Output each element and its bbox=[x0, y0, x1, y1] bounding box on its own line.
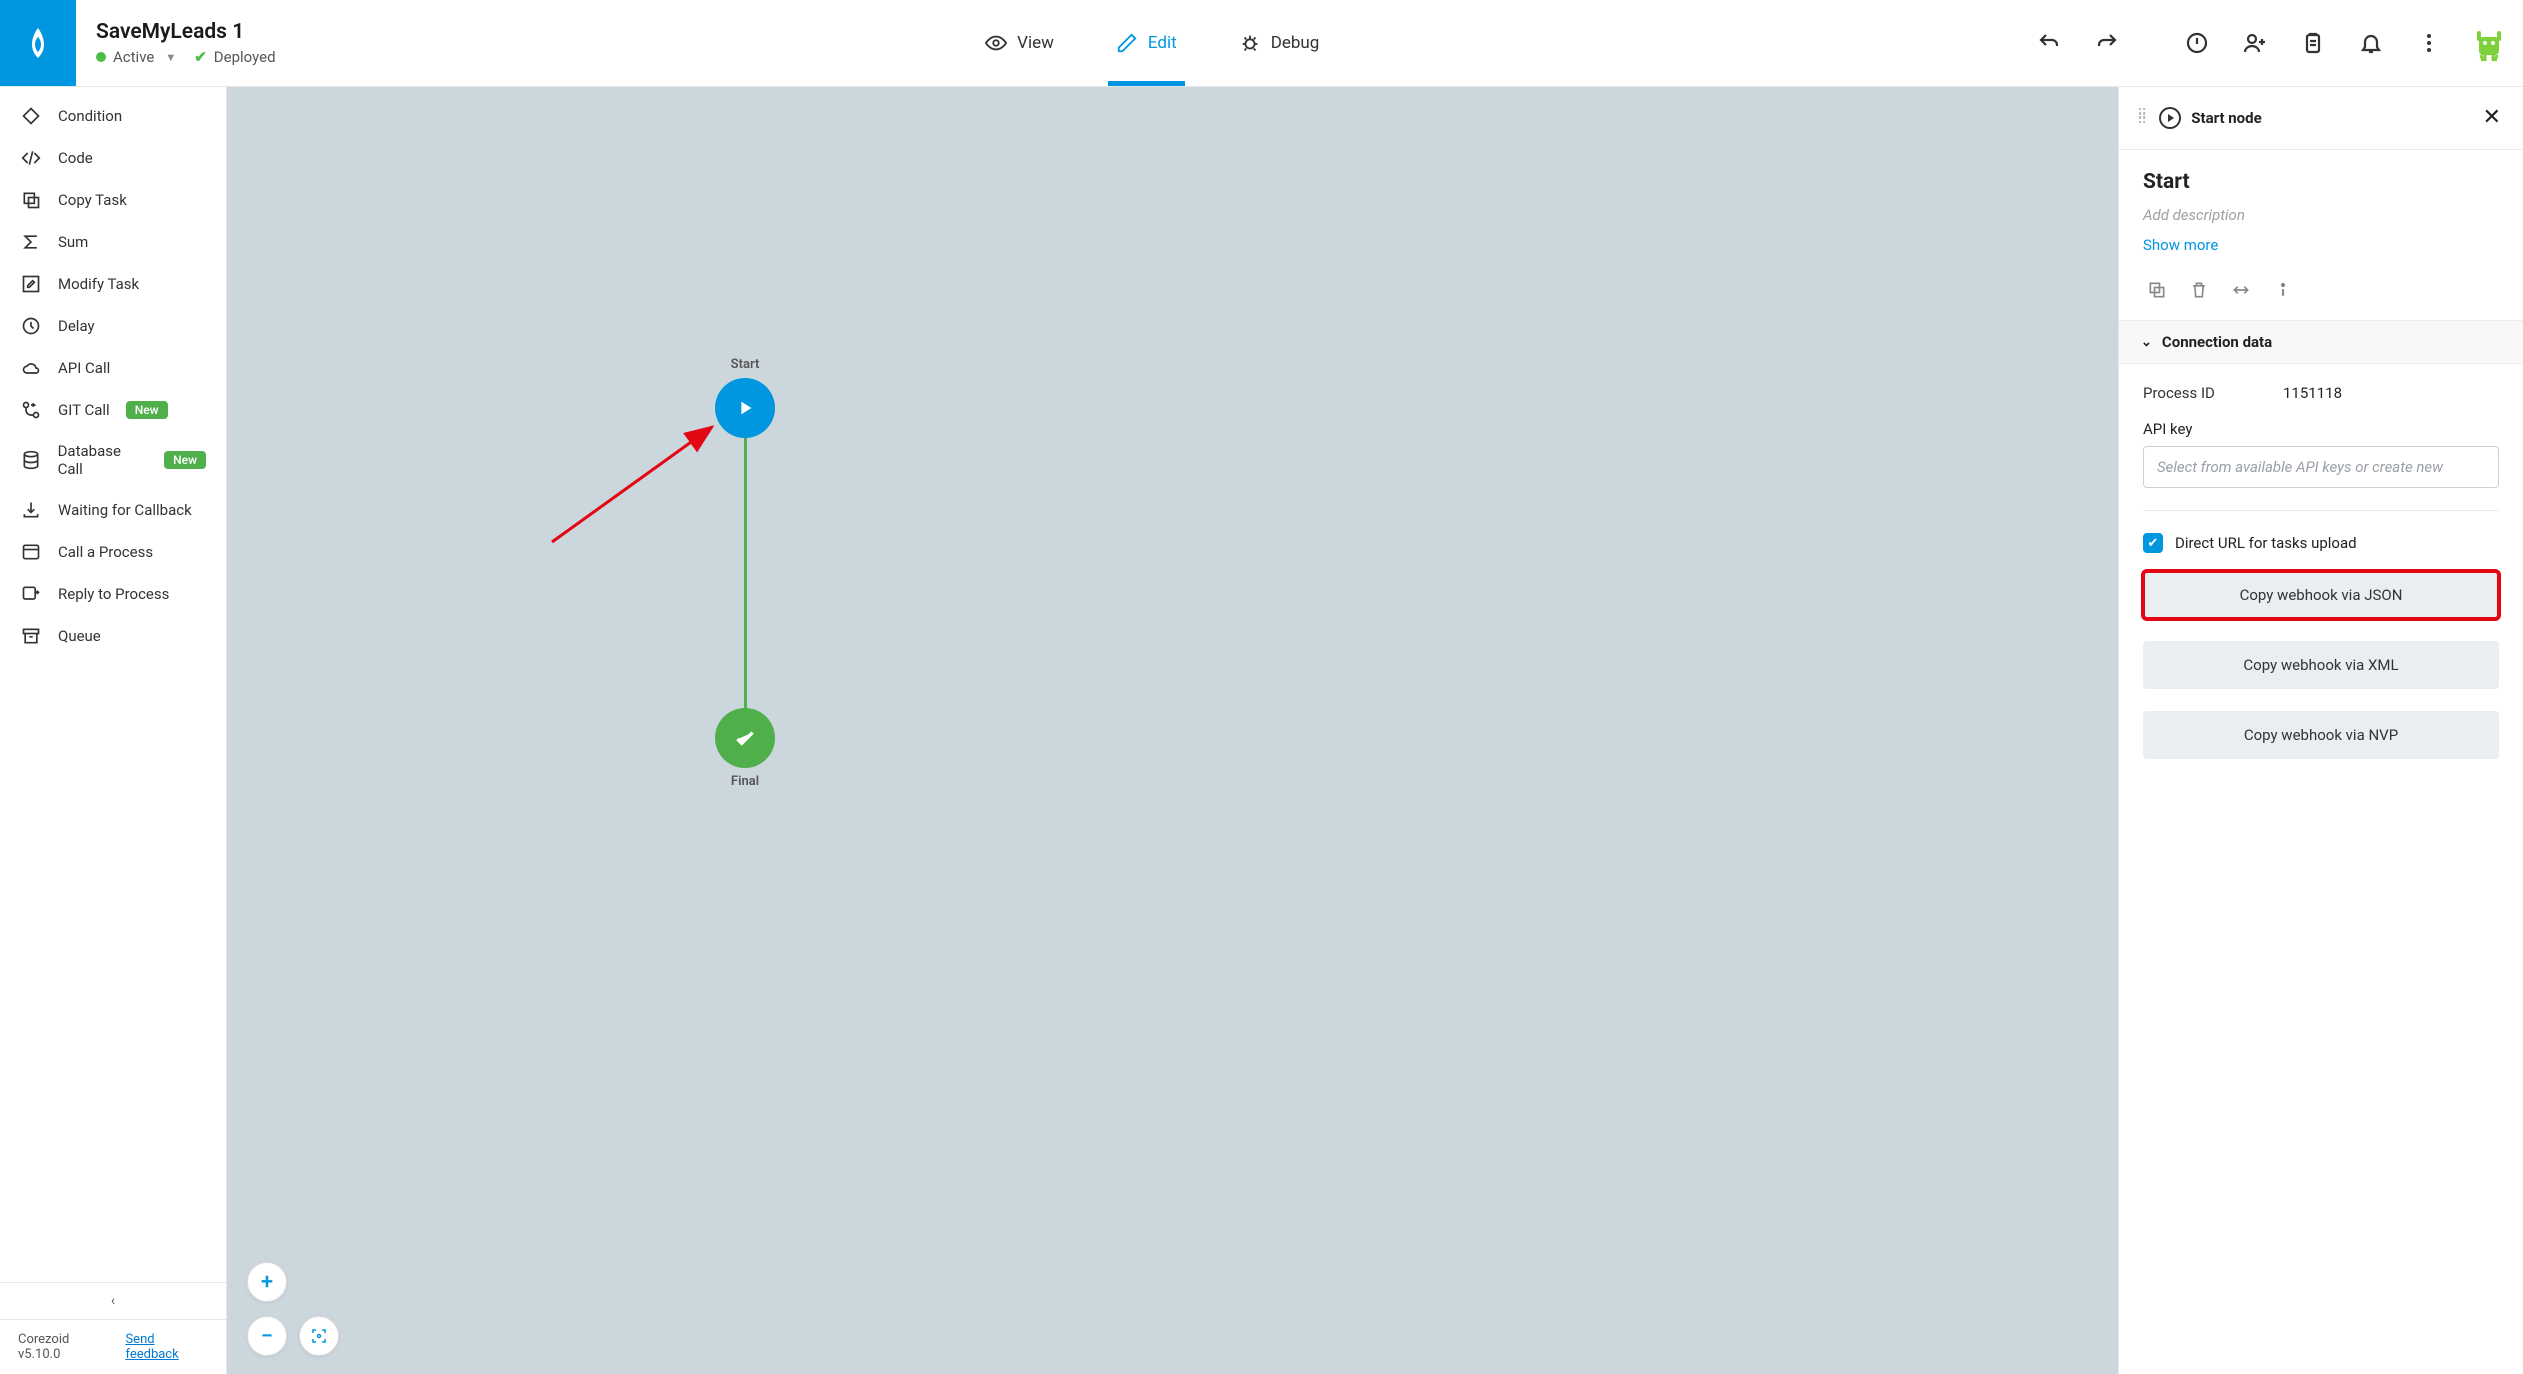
redo-button[interactable] bbox=[2087, 23, 2127, 63]
sidebar-item-waiting-callback[interactable]: Waiting for Callback bbox=[0, 489, 226, 531]
right-panel: ⠿⠿ Start node ✕ Start Add description Sh… bbox=[2118, 87, 2523, 1374]
sidebar-item-modify-task[interactable]: Modify Task bbox=[0, 263, 226, 305]
cut-action-icon[interactable] bbox=[2231, 280, 2251, 304]
tab-view[interactable]: View bbox=[977, 0, 1062, 86]
sidebar-item-api-call[interactable]: API Call bbox=[0, 347, 226, 389]
code-icon bbox=[20, 148, 42, 168]
cloud-icon bbox=[20, 358, 42, 378]
canvas-controls: + − bbox=[247, 1262, 339, 1356]
copy-webhook-json-button[interactable]: Copy webhook via JSON bbox=[2143, 571, 2499, 619]
badge-new: New bbox=[164, 451, 206, 469]
sidebar: Condition Code Copy Task Sum Modify Task… bbox=[0, 87, 227, 1374]
clipboard-button[interactable] bbox=[2293, 23, 2333, 63]
zoom-out-button[interactable]: − bbox=[247, 1316, 287, 1356]
chevron-left-icon: ‹ bbox=[111, 1293, 115, 1309]
api-key-input[interactable] bbox=[2143, 446, 2499, 488]
header: SaveMyLeads 1 Active ▼ ✔ Deployed View E… bbox=[0, 0, 2523, 87]
header-left: SaveMyLeads 1 Active ▼ ✔ Deployed bbox=[76, 0, 276, 86]
window-icon bbox=[20, 542, 42, 562]
badge-new: New bbox=[126, 401, 168, 419]
process-id-value: 1151118 bbox=[2283, 384, 2342, 402]
check-icon: ✔ bbox=[194, 48, 207, 66]
status-dot-icon bbox=[96, 52, 106, 62]
header-actions bbox=[2029, 0, 2523, 86]
header-tabs: View Edit Debug bbox=[276, 0, 2029, 86]
feedback-link[interactable]: Send feedback bbox=[125, 1332, 208, 1362]
zoom-in-button[interactable]: + bbox=[247, 1262, 287, 1302]
caret-down-icon: ▼ bbox=[165, 51, 176, 64]
section-header-connection[interactable]: ⌄ Connection data bbox=[2119, 320, 2523, 364]
direct-url-row[interactable]: ✔ Direct URL for tasks upload bbox=[2143, 510, 2499, 553]
sidebar-item-copy-task[interactable]: Copy Task bbox=[0, 179, 226, 221]
sidebar-item-git-call[interactable]: GIT CallNew bbox=[0, 389, 226, 431]
sidebar-item-delay[interactable]: Delay bbox=[0, 305, 226, 347]
alert-button[interactable] bbox=[2177, 23, 2217, 63]
sidebar-collapse-button[interactable]: ‹ bbox=[0, 1282, 226, 1319]
play-icon bbox=[715, 378, 775, 438]
final-node[interactable]: Final bbox=[715, 708, 775, 789]
canvas[interactable]: Start Final + − bbox=[227, 87, 2118, 1374]
status-deployed: ✔ Deployed bbox=[194, 48, 275, 66]
node-description[interactable]: Add description bbox=[2143, 206, 2499, 224]
section-connection: Process ID 1151118 API key ✔ Direct URL … bbox=[2119, 364, 2523, 783]
main: Condition Code Copy Task Sum Modify Task… bbox=[0, 87, 2523, 1374]
node-name[interactable]: Start bbox=[2143, 170, 2499, 194]
close-button[interactable]: ✕ bbox=[2479, 103, 2505, 133]
start-node[interactable]: Start bbox=[715, 357, 775, 438]
process-id-row: Process ID 1151118 bbox=[2143, 384, 2499, 402]
drag-handle-icon[interactable]: ⠿⠿ bbox=[2137, 113, 2145, 123]
sidebar-item-reply-process[interactable]: Reply to Process bbox=[0, 573, 226, 615]
version-label: Corezoid v5.10.0 bbox=[18, 1332, 111, 1362]
sidebar-item-condition[interactable]: Condition bbox=[0, 95, 226, 137]
sidebar-footer: Corezoid v5.10.0 Send feedback bbox=[0, 1319, 226, 1374]
sidebar-item-sum[interactable]: Sum bbox=[0, 221, 226, 263]
copy-webhook-xml-button[interactable]: Copy webhook via XML bbox=[2143, 641, 2499, 689]
git-icon bbox=[20, 400, 42, 420]
undo-button[interactable] bbox=[2029, 23, 2069, 63]
sigma-icon bbox=[20, 232, 42, 252]
delete-action-icon[interactable] bbox=[2189, 280, 2209, 304]
chevron-down-icon: ⌄ bbox=[2141, 335, 2152, 350]
copy-icon bbox=[20, 190, 42, 210]
download-icon bbox=[20, 500, 42, 520]
panel-body: Start Add description Show more bbox=[2119, 150, 2523, 266]
tab-debug[interactable]: Debug bbox=[1231, 0, 1328, 86]
copy-webhook-nvp-button[interactable]: Copy webhook via NVP bbox=[2143, 711, 2499, 759]
database-icon bbox=[20, 450, 42, 470]
notifications-button[interactable] bbox=[2351, 23, 2391, 63]
panel-header: ⠿⠿ Start node ✕ bbox=[2119, 87, 2523, 150]
clock-icon bbox=[20, 316, 42, 336]
status-active[interactable]: Active ▼ bbox=[96, 48, 176, 66]
check-icon bbox=[715, 708, 775, 768]
sidebar-item-database-call[interactable]: Database CallNew bbox=[0, 431, 226, 489]
user-avatar[interactable] bbox=[2467, 21, 2511, 65]
sidebar-item-call-process[interactable]: Call a Process bbox=[0, 531, 226, 573]
panel-title: Start node bbox=[2191, 109, 2261, 127]
more-button[interactable] bbox=[2409, 23, 2449, 63]
sidebar-list: Condition Code Copy Task Sum Modify Task… bbox=[0, 87, 226, 1282]
reply-icon bbox=[20, 584, 42, 604]
add-user-button[interactable] bbox=[2235, 23, 2275, 63]
info-action-icon[interactable] bbox=[2273, 280, 2293, 304]
archive-icon bbox=[20, 626, 42, 646]
sidebar-item-queue[interactable]: Queue bbox=[0, 615, 226, 657]
sidebar-item-code[interactable]: Code bbox=[0, 137, 226, 179]
app-logo[interactable] bbox=[0, 0, 76, 86]
diamond-icon bbox=[20, 106, 42, 126]
process-title[interactable]: SaveMyLeads 1 bbox=[96, 20, 276, 44]
pencil-square-icon bbox=[20, 274, 42, 294]
api-key-label: API key bbox=[2143, 420, 2499, 438]
checkbox-checked-icon[interactable]: ✔ bbox=[2143, 533, 2163, 553]
panel-actions bbox=[2119, 266, 2523, 320]
annotation-arrow bbox=[547, 417, 727, 547]
copy-action-icon[interactable] bbox=[2147, 280, 2167, 304]
tab-edit[interactable]: Edit bbox=[1108, 0, 1185, 86]
show-more-link[interactable]: Show more bbox=[2143, 236, 2499, 254]
play-circle-icon bbox=[2159, 107, 2181, 129]
fit-view-button[interactable] bbox=[299, 1316, 339, 1356]
